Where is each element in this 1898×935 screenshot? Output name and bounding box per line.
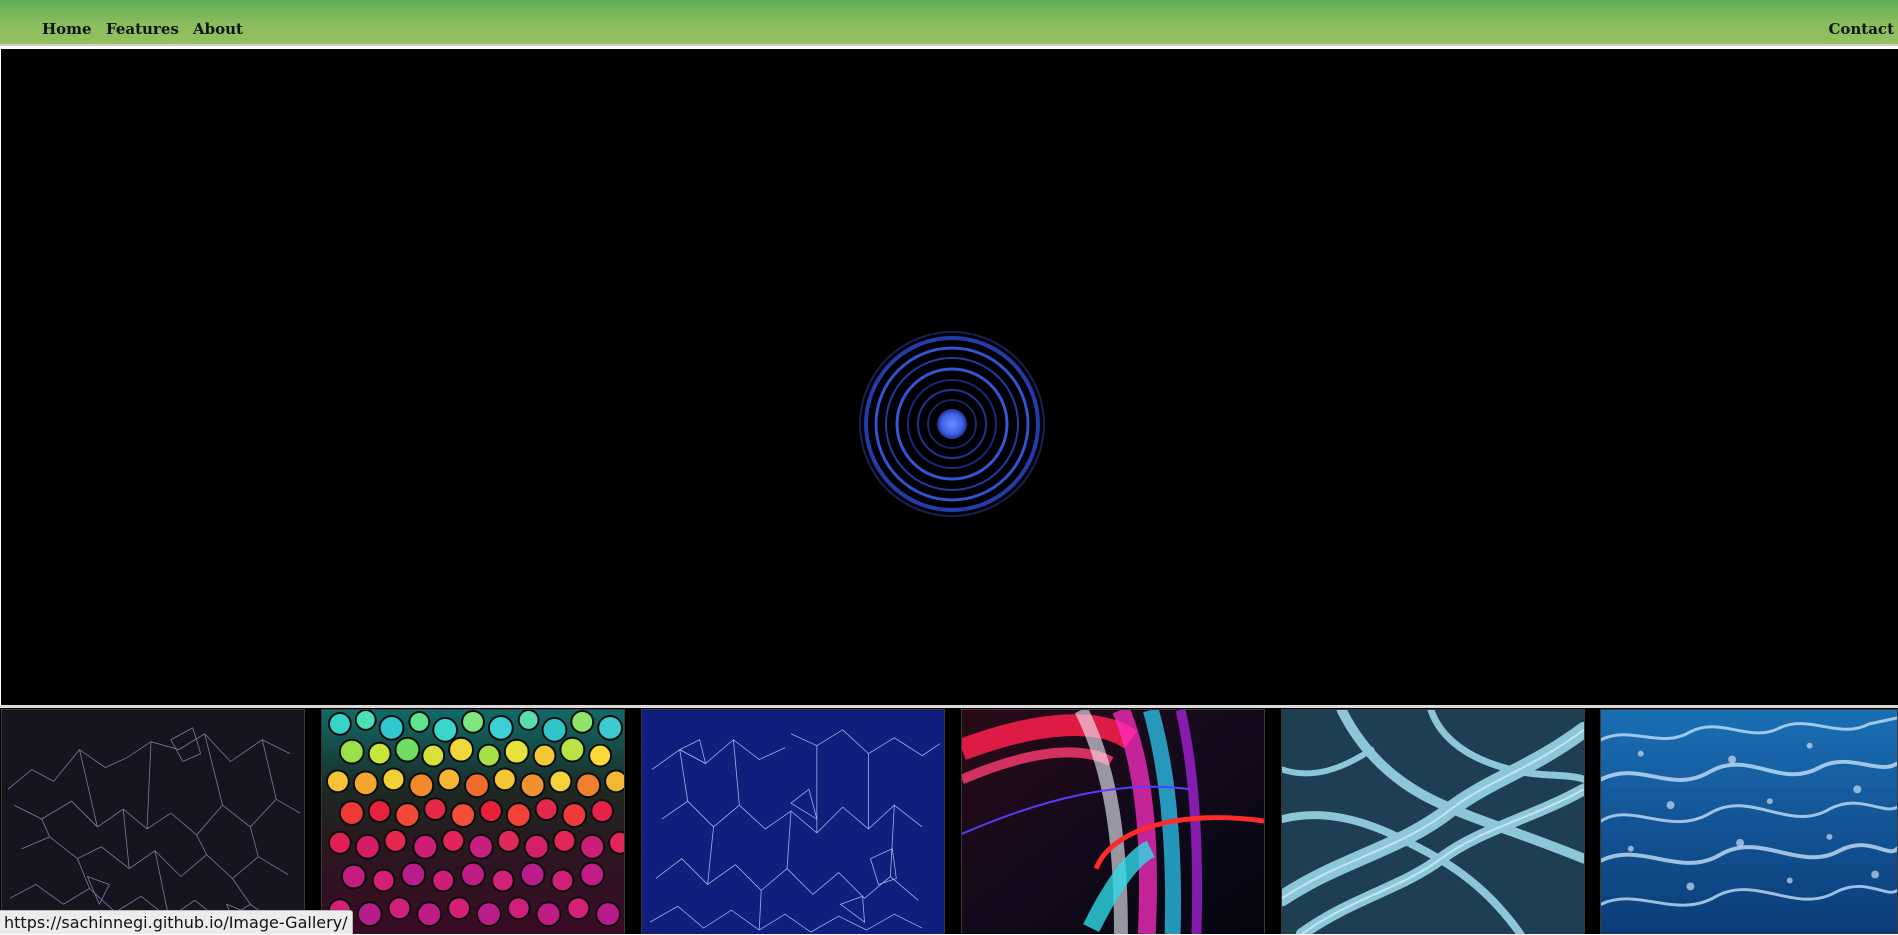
ocean-image: [1601, 710, 1897, 934]
gallery-thumb-neon-streaks[interactable]: [961, 709, 1265, 934]
river-image: [1282, 710, 1584, 934]
link-status-bar: https://sachinnegi.github.io/Image-Galle…: [0, 910, 353, 934]
neon-image: [962, 710, 1264, 934]
gallery-thumb-network-dark[interactable]: [1, 709, 305, 934]
nav-home-link[interactable]: Home: [42, 20, 92, 38]
network-image: [642, 710, 944, 934]
hero-section: [1, 49, 1898, 705]
top-navbar: Home Features About Contact: [0, 0, 1898, 46]
image-gallery-strip: [0, 708, 1898, 934]
nav-about-link[interactable]: About: [193, 20, 243, 38]
gallery-thumb-river-braids[interactable]: [1281, 709, 1585, 934]
loader-icon: [858, 330, 1046, 518]
network-image: [2, 710, 304, 934]
nav-contact-link[interactable]: Contact: [1828, 20, 1894, 38]
gallery-thumb-network-blue[interactable]: [641, 709, 945, 934]
gallery-thumb-colorful-cells[interactable]: [321, 709, 625, 934]
gallery-thumb-ocean-waves[interactable]: [1600, 709, 1898, 934]
cells-image: [322, 710, 624, 934]
nav-features-link[interactable]: Features: [106, 20, 179, 38]
